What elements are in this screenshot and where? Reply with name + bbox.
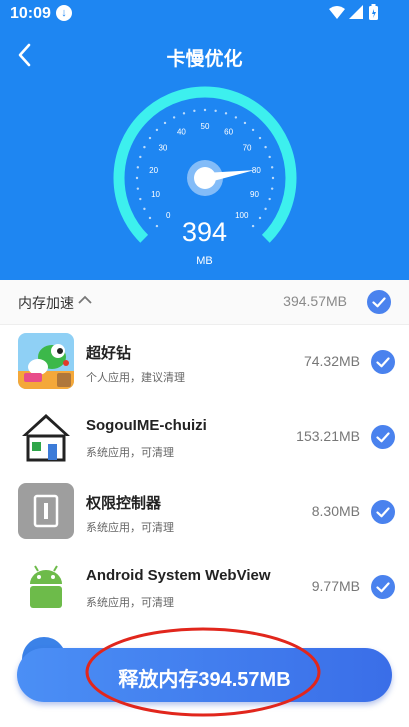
download-icon: ↓ [56,5,72,21]
app-desc: 系统应用，可清理 [86,597,174,609]
gauge-tick-label: 70 [243,143,252,152]
gauge-tick-dot [234,116,238,119]
gauge-tick-dot [271,176,275,180]
gauge-tick-dot [264,207,267,211]
gauge-tick-dot [203,108,207,112]
gauge-tick-dot [243,121,247,125]
gauge-tick-label: 40 [177,128,186,137]
app-row[interactable]: 权限控制器 系统应用，可清理 8.30MB [0,475,409,551]
app-row[interactable]: SogouIME-chuizi 系统应用，可清理 153.21MB [0,400,409,476]
app-checkbox[interactable] [371,575,395,599]
check-icon [376,432,390,443]
app-desc: 个人应用，建议清理 [86,372,185,384]
gauge-tick-dot [135,176,139,180]
gauge-tick-label: 10 [151,190,160,199]
gauge-reading: 394 [181,217,228,247]
app-row[interactable]: Android System WebView 系统应用，可清理 9.77MB [0,550,409,626]
app-name: 权限控制器 [86,495,162,512]
app-size: 153.21MB [296,428,360,444]
app-name: Android System WebView [86,567,271,584]
highlight-annotation [85,627,321,717]
app-checkbox[interactable] [371,500,395,524]
gauge-tick-label: 90 [250,190,259,199]
yoshi-game-icon [18,333,74,389]
gauge-tick-dot [251,128,255,132]
gauge-tick-dot [136,166,140,169]
gauge-tick-dot [143,145,146,149]
app-size: 8.30MB [311,503,360,519]
page-title: 卡慢优化 [166,49,243,70]
app-desc: 系统应用，可清理 [86,522,174,534]
gauge-tick-dot [270,187,274,190]
gauge-tick-dot [258,136,262,140]
status-bar: 10:09 ↓ [0,0,409,28]
permission-controller-icon [18,483,74,539]
wifi-icon [329,6,345,19]
gauge-tick-dot [264,145,267,149]
app-size: 9.77MB [311,578,360,594]
gauge-tick-dot [139,197,142,201]
check-icon [376,582,390,593]
house-icon [18,408,74,464]
gauge-tick-dot [193,109,196,113]
header: 10:09 ↓ 卡慢优化 0 10 20 30 40 50 60 70 80 90 100 394 … [0,0,409,280]
gauge-tick-dot [182,112,186,115]
check-icon [372,297,386,308]
gauge-tick-dot [148,136,152,140]
app-row[interactable]: 超好钻 个人应用，建议清理 74.32MB [0,325,409,401]
memory-section-header[interactable]: 内存加速 394.57MB [0,280,409,325]
gauge-tick-label: 60 [224,128,233,137]
gauge-tick-dot [163,121,167,125]
gauge-tick-dot [268,197,271,201]
status-time: 10:09 [10,5,51,22]
gauge-tick-label: 50 [201,122,210,131]
app-desc: 系统应用，可清理 [86,447,174,459]
gauge-tick-dot [224,112,228,115]
android-icon [18,558,74,614]
app-size: 74.32MB [303,353,360,369]
gauge-tick-dot [270,166,274,169]
gauge-hub [194,167,216,189]
gauge-tick-dot [143,207,146,211]
section-total: 394.57MB [283,293,347,309]
app-checkbox[interactable] [371,425,395,449]
gauge-tick-dot [268,155,271,159]
gauge-tick-dot [172,116,176,119]
gauge-tick-dot [214,109,217,113]
chevron-up-icon[interactable] [78,294,92,306]
gauge-tick-dot [136,187,140,190]
gauge-tick-label: 30 [158,143,167,152]
status-system-icons [329,4,378,20]
gauge-tick-dot [139,155,142,159]
gauge-unit: MB [196,255,213,267]
signal-icon [349,5,363,19]
select-all-checkbox[interactable] [367,290,391,314]
check-icon [376,507,390,518]
battery-icon [369,4,378,20]
app-name: SogouIME-chuizi [86,417,207,434]
gauge-tick-label: 20 [149,166,158,175]
app-name: 超好钻 [86,345,132,362]
check-icon [376,357,390,368]
section-label: 内存加速 [18,295,74,311]
gauge-tick-dot [155,128,159,132]
app-checkbox[interactable] [371,350,395,374]
